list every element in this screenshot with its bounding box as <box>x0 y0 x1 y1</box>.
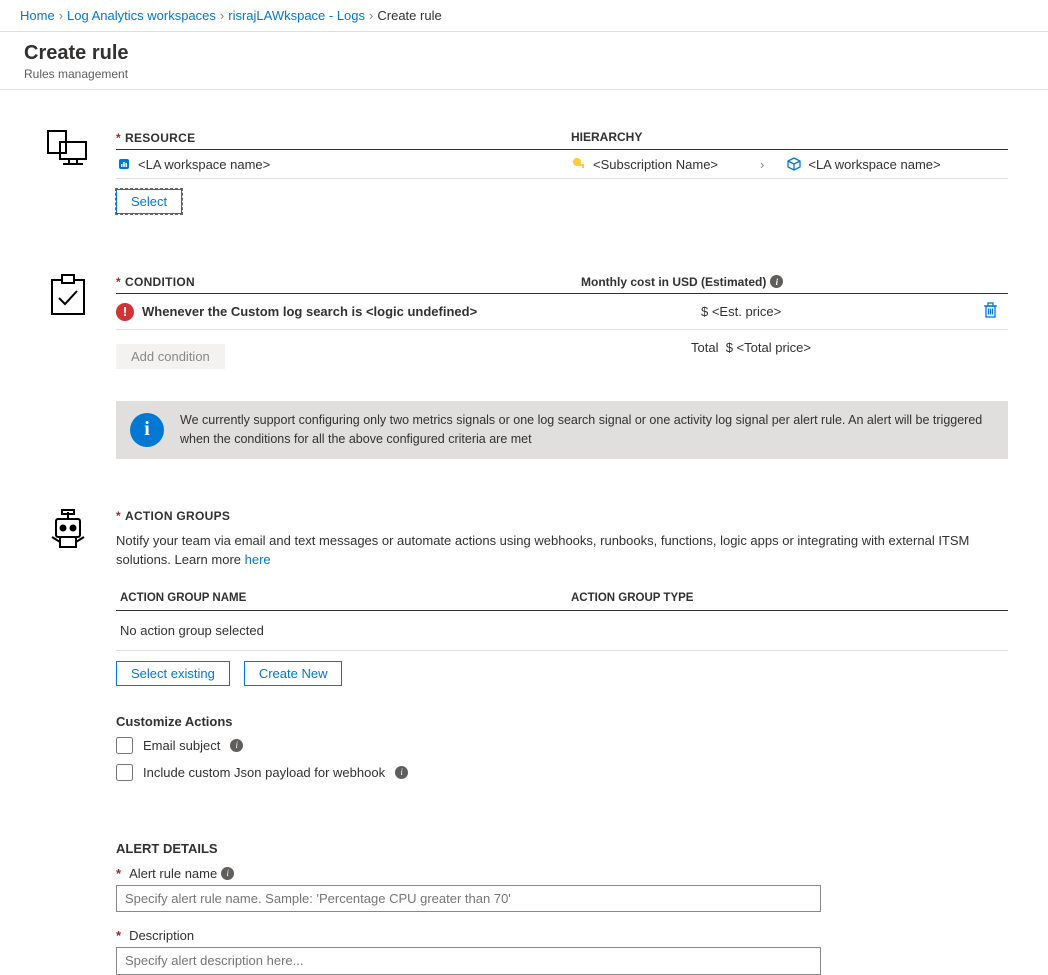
page-subtitle: Rules management <box>24 67 1024 81</box>
price-prefix: $ <box>701 304 712 319</box>
alert-details-title: ALERT DETAILS <box>116 841 1008 856</box>
email-subject-label: Email subject <box>143 738 220 753</box>
total-label: Total <box>691 340 718 355</box>
robot-icon <box>20 509 116 975</box>
resource-title: *RESOURCE <box>116 131 195 145</box>
alert-name-input[interactable] <box>116 885 821 912</box>
email-subject-checkbox[interactable] <box>116 737 133 754</box>
json-payload-checkbox[interactable] <box>116 764 133 781</box>
price-value: <Est. price> <box>712 304 781 319</box>
description-label: * Description <box>116 928 1008 943</box>
workspace-icon <box>116 156 132 172</box>
chevron-right-icon: › <box>760 157 764 172</box>
action-group-name-header: ACTION GROUP NAME <box>116 592 571 604</box>
breadcrumb-logs[interactable]: risrajLAWkspace - Logs <box>228 8 365 23</box>
breadcrumb-current: Create rule <box>377 8 441 23</box>
info-icon[interactable]: i <box>770 275 783 288</box>
json-payload-row[interactable]: Include custom Json payload for webhook … <box>116 764 1008 781</box>
hierarchy-title: HIERARCHY <box>571 130 642 144</box>
info-icon: i <box>130 413 164 447</box>
json-payload-label: Include custom Json payload for webhook <box>143 765 385 780</box>
customize-actions-title: Customize Actions <box>116 714 1008 729</box>
alert-icon: ! <box>116 303 134 321</box>
page-header: Create rule Rules management <box>0 32 1048 90</box>
add-condition-button: Add condition <box>116 344 225 369</box>
chevron-right-icon: › <box>220 8 224 23</box>
learn-more-link[interactable]: here <box>245 552 271 567</box>
chevron-right-icon: › <box>59 8 63 23</box>
delete-icon[interactable] <box>983 302 998 321</box>
condition-section: *CONDITION Monthly cost in USD (Estimate… <box>20 214 1028 459</box>
condition-title: *CONDITION <box>116 275 195 289</box>
chevron-right-icon: › <box>369 8 373 23</box>
info-icon[interactable]: i <box>230 739 243 752</box>
page-title: Create rule <box>24 42 1024 65</box>
resource-section: *RESOURCE HIERARCHY <LA workspace name> <box>20 90 1028 214</box>
cube-icon <box>786 156 802 172</box>
resource-icon <box>20 130 116 214</box>
workspace-hierarchy: <LA workspace name> <box>808 157 940 172</box>
total-prefix: $ <box>726 340 737 355</box>
email-subject-row[interactable]: Email subject i <box>116 737 1008 754</box>
resource-name: <LA workspace name> <box>138 157 270 172</box>
breadcrumb-home[interactable]: Home <box>20 8 55 23</box>
breadcrumb-workspaces[interactable]: Log Analytics workspaces <box>67 8 216 23</box>
action-description: Notify your team via email and text mess… <box>116 531 1008 570</box>
action-group-empty: No action group selected <box>116 611 1008 651</box>
info-icon[interactable]: i <box>395 766 408 779</box>
total-value: <Total price> <box>737 340 811 355</box>
condition-icon <box>20 274 116 459</box>
info-icon[interactable]: i <box>221 867 234 880</box>
breadcrumb: Home › Log Analytics workspaces › risraj… <box>0 0 1048 32</box>
info-bar: i We currently support configuring only … <box>116 401 1008 459</box>
description-input[interactable] <box>116 947 821 975</box>
action-groups-title: *ACTION GROUPS <box>116 509 1008 523</box>
action-group-type-header: ACTION GROUP TYPE <box>571 592 693 604</box>
condition-rule-text[interactable]: Whenever the Custom log search is <logic… <box>142 304 477 319</box>
cost-title: Monthly cost in USD (Estimated) <box>581 275 766 289</box>
create-new-button[interactable]: Create New <box>244 661 343 686</box>
action-groups-section: *ACTION GROUPS Notify your team via emai… <box>20 459 1028 975</box>
subscription-name: <Subscription Name> <box>593 157 718 172</box>
key-icon <box>571 156 587 172</box>
info-text: We currently support configuring only tw… <box>180 411 994 449</box>
select-resource-button[interactable]: Select <box>116 189 182 214</box>
alert-name-label: * Alert rule name i <box>116 866 1008 881</box>
select-existing-button[interactable]: Select existing <box>116 661 230 686</box>
